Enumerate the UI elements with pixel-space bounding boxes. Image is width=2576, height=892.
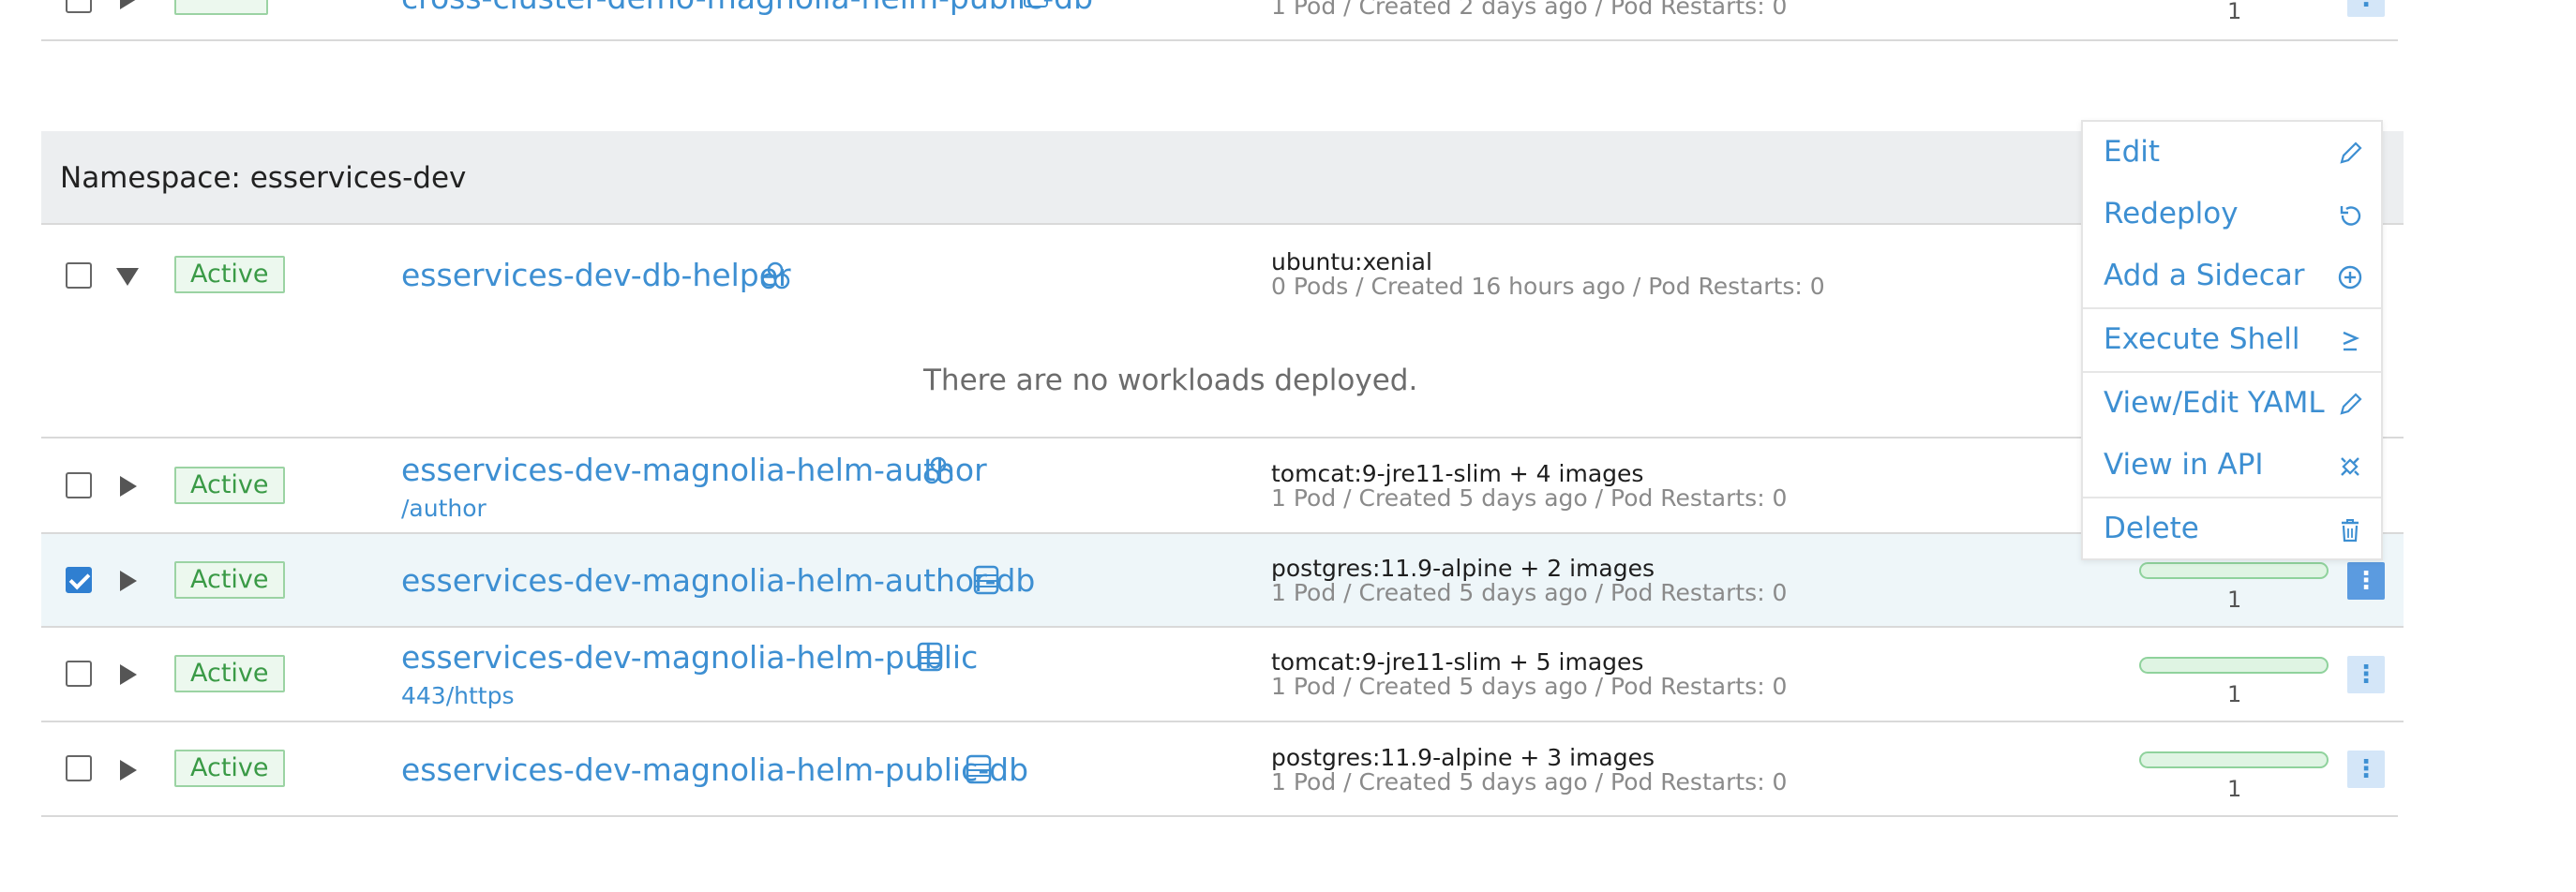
workload-image: tomcat:9-jre11-slim + 4 images <box>1271 460 1644 487</box>
workload-meta: 1 Pod / Created 5 days ago / Pod Restart… <box>1271 768 1788 795</box>
scale-bar <box>2139 657 2329 674</box>
trash-icon <box>2342 519 2359 543</box>
workload-image: tomcat:9-jre11-slim + 5 images <box>1271 648 1644 676</box>
replica-set-icon <box>760 261 790 290</box>
row-checkbox[interactable] <box>66 472 92 498</box>
workload-meta: 1 Pod / Created 2 days ago / Pod Restart… <box>1271 0 1788 20</box>
workload-meta: 0 Pods / Created 16 hours ago / Pod Rest… <box>1271 273 1825 300</box>
workload-image: postgres:11.9-alpine + 3 images <box>1271 744 1655 771</box>
pencil-icon <box>2340 393 2362 415</box>
row-divider <box>41 39 2398 41</box>
row-actions-menu: Edit Redeploy Add a Sidecar Execute Shel… <box>2081 120 2383 560</box>
workload-meta: 1 Pod / Created 5 days ago / Pod Restart… <box>1271 484 1788 512</box>
row-divider <box>41 721 2404 722</box>
row-actions-button[interactable]: ⋮ <box>2347 562 2385 600</box>
row-actions-button[interactable]: ⋮ <box>2347 656 2385 693</box>
menu-item-add-sidecar[interactable]: Add a Sidecar <box>2083 245 2381 309</box>
menu-item-edit[interactable]: Edit <box>2083 122 2381 186</box>
workload-meta: 1 Pod / Created 5 days ago / Pod Restart… <box>1271 579 1788 606</box>
workload-name-link[interactable]: esservices-dev-magnolia-helm-public-db <box>401 751 1028 788</box>
status-badge: Active <box>174 561 285 599</box>
redeploy-icon <box>2340 206 2361 226</box>
selected-row-background <box>41 534 2404 628</box>
menu-item-label: View in API <box>2104 448 2264 482</box>
row-checkbox[interactable] <box>66 755 92 781</box>
scale-count: 1 <box>2227 0 2242 24</box>
menu-item-view-edit-yaml[interactable]: View/Edit YAML <box>2083 373 2381 437</box>
row-actions-button[interactable]: ⋮ <box>2347 751 2385 788</box>
status-badge: Active <box>174 750 285 787</box>
menu-item-label: Delete <box>2104 512 2199 545</box>
endpoint-link[interactable]: 443/https <box>401 682 514 709</box>
menu-item-view-in-api[interactable]: View in API <box>2083 435 2381 498</box>
expand-arrow-icon[interactable] <box>120 571 137 591</box>
menu-item-label: Add a Sidecar <box>2104 259 2305 292</box>
scale-count: 1 <box>2227 776 2242 802</box>
menu-item-redeploy[interactable]: Redeploy <box>2083 184 2381 247</box>
row-actions-button[interactable]: ⋮ <box>2347 0 2385 17</box>
expand-arrow-icon[interactable] <box>120 760 137 780</box>
workload-image: ubuntu:xenial <box>1271 248 1432 275</box>
endpoint-link[interactable]: /author <box>401 495 487 522</box>
workload-image: postgres:11.9-alpine + 2 images <box>1271 555 1655 582</box>
workload-name-link[interactable]: cross-cluster-demo-magnolia-helm-public-… <box>401 0 1093 16</box>
menu-item-label: Edit <box>2104 135 2161 169</box>
workload-meta: 1 Pod / Created 5 days ago / Pod Restart… <box>1271 673 1788 700</box>
status-badge: Active <box>174 467 285 504</box>
scale-count: 1 <box>2227 681 2242 707</box>
expand-arrow-icon[interactable] <box>120 476 137 497</box>
scale-bar <box>2139 751 2329 768</box>
status-badge: Active <box>174 256 285 293</box>
status-badge <box>174 0 268 15</box>
shell-icon <box>2343 331 2360 351</box>
workload-name-link[interactable]: esservices-dev-magnolia-helm-author <box>401 452 987 488</box>
status-badge: Active <box>174 655 285 692</box>
plus-circle-icon <box>2338 265 2362 290</box>
row-divider <box>41 626 2404 628</box>
api-icon <box>2341 457 2359 476</box>
pencil-icon <box>2340 141 2362 164</box>
menu-item-label: View/Edit YAML <box>2104 386 2325 420</box>
workload-name-link[interactable]: esservices-dev-magnolia-helm-public <box>401 639 978 676</box>
scale-count: 1 <box>2227 587 2242 613</box>
menu-item-execute-shell[interactable]: Execute Shell <box>2083 309 2381 373</box>
expand-arrow-icon[interactable] <box>120 0 137 9</box>
row-checkbox[interactable] <box>66 661 92 687</box>
row-divider <box>41 437 2404 439</box>
menu-item-label: Redeploy <box>2104 197 2239 230</box>
database-icon <box>1024 0 1048 7</box>
collapse-arrow-icon[interactable] <box>116 268 139 286</box>
menu-item-delete[interactable]: Delete <box>2083 498 2381 562</box>
menu-item-label: Execute Shell <box>2104 322 2300 356</box>
row-checkbox[interactable] <box>66 0 92 13</box>
replica-set-icon <box>923 456 953 484</box>
scale-bar <box>2139 562 2329 579</box>
expand-arrow-icon[interactable] <box>120 664 137 685</box>
database-icon <box>973 565 999 595</box>
row-checkbox[interactable] <box>66 262 92 289</box>
empty-workloads-message: There are no workloads deployed. <box>923 364 1418 397</box>
database-icon <box>966 754 992 784</box>
row-checkbox-checked[interactable] <box>66 567 92 593</box>
namespace-header: Namespace: esservices-dev <box>41 131 2404 225</box>
namespace-label: Namespace: esservices-dev <box>60 161 467 195</box>
workload-name-link[interactable]: esservices-dev-magnolia-helm-author-db <box>401 562 1035 599</box>
row-divider <box>41 815 2398 817</box>
workload-name-link[interactable]: esservices-dev-db-helper <box>401 257 791 293</box>
database-icon <box>917 642 943 672</box>
